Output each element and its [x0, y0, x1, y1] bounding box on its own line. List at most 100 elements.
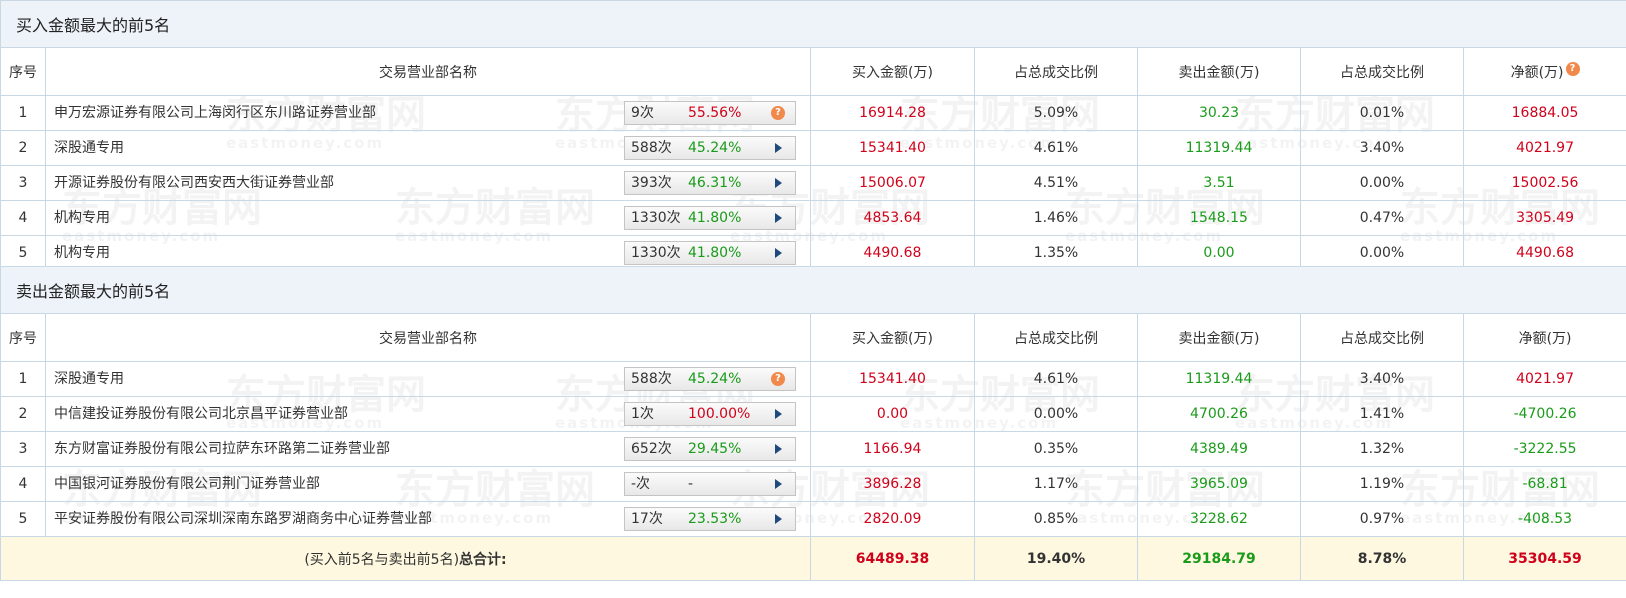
sell-amount-cell: 11319.44	[1137, 361, 1301, 397]
rank-cell: 5	[0, 501, 46, 537]
buy-top5-table: 买入金额最大的前5名 序号 交易营业部名称 买入金额(万) 占总成交比例 卖出金…	[0, 0, 1626, 271]
header-rank: 序号	[0, 47, 46, 96]
branch-stats-button[interactable]: 17次 23.53%	[624, 507, 796, 531]
rank-cell: 2	[0, 130, 46, 166]
branch-name-link[interactable]: 东方财富证券股份有限公司拉萨东环路第二证券营业部	[54, 441, 390, 457]
buy-amount-cell: 0.00	[810, 396, 975, 432]
sell-amount-cell: 4389.49	[1137, 431, 1301, 467]
branch-name-link[interactable]: 深股通专用	[54, 140, 124, 156]
branch-cell: 深股通专用 588次 45.24%	[45, 130, 811, 166]
buy-table-body: 1 申万宏源证券有限公司上海闵行区东川路证券营业部 9次 55.56%? 16914.2…	[0, 95, 1626, 271]
branch-name-link[interactable]: 中信建投证券股份有限公司北京昌平证券营业部	[54, 406, 348, 422]
arrow-right-icon[interactable]	[775, 248, 782, 258]
branch-stats-button[interactable]: 652次 29.45%	[624, 437, 796, 461]
sell-ratio-cell: 3.40%	[1300, 361, 1464, 397]
branch-stats-button[interactable]: 588次 45.24%	[624, 136, 796, 160]
listing-count: 1次	[631, 406, 654, 422]
table-row: 4 中国银河证券股份有限公司荆门证券营业部 -次 - 3896.28 1.17% 3965.…	[0, 466, 1626, 502]
table-row: 2 深股通专用 588次 45.24% 15341.40 4.61% 11319.44 3.4…	[0, 130, 1626, 166]
header-sell-ratio: 占总成交比例	[1300, 47, 1464, 96]
buy-amount-cell: 3896.28	[810, 466, 975, 502]
question-icon[interactable]: ?	[771, 372, 785, 386]
arrow-right-icon[interactable]	[775, 213, 782, 223]
buy-ratio-cell: 1.17%	[974, 466, 1138, 502]
buy-ratio-cell: 0.35%	[974, 431, 1138, 467]
buy-ratio-cell: 0.00%	[974, 396, 1138, 432]
sell-ratio-cell: 0.47%	[1300, 200, 1464, 236]
buy-table-header: 序号 交易营业部名称 买入金额(万) 占总成交比例 卖出金额(万) 占总成交比例…	[0, 47, 1626, 96]
rank-cell: 4	[0, 200, 46, 236]
total-sell-ratio: 8.78%	[1300, 536, 1464, 581]
total-buy-ratio: 19.40%	[974, 536, 1138, 581]
sell-ratio-cell: 1.32%	[1300, 431, 1464, 467]
sell-amount-cell: 1548.15	[1137, 200, 1301, 236]
net-amount-cell: 4021.97	[1462, 130, 1626, 166]
win-rate: 23.53%	[688, 511, 742, 527]
sell-ratio-cell: 0.01%	[1300, 95, 1464, 131]
buy-ratio-cell: 1.46%	[974, 200, 1138, 236]
branch-cell: 中国银河证券股份有限公司荆门证券营业部 -次 -	[45, 466, 811, 502]
win-rate: 41.80%	[688, 210, 742, 226]
branch-name-link[interactable]: 开源证券股份有限公司西安西大街证券营业部	[54, 175, 334, 191]
buy-ratio-cell: 4.51%	[974, 165, 1138, 201]
sell-ratio-cell: 3.40%	[1300, 130, 1464, 166]
rank-cell: 3	[0, 165, 46, 201]
win-rate: 45.24%	[688, 140, 742, 156]
branch-name-link[interactable]: 机构专用	[54, 245, 110, 261]
sell-ratio-cell: 0.97%	[1300, 501, 1464, 537]
listing-count: 588次	[631, 140, 672, 156]
total-sell-amount: 29184.79	[1137, 536, 1301, 581]
listing-count: -次	[631, 476, 651, 492]
branch-name-link[interactable]: 申万宏源证券有限公司上海闵行区东川路证券营业部	[54, 105, 376, 121]
question-icon[interactable]: ?	[771, 106, 785, 120]
branch-stats-button[interactable]: 1次 100.00%	[624, 402, 796, 426]
net-amount-cell: -4700.26	[1462, 396, 1626, 432]
branch-stats-button[interactable]: -次 -	[624, 472, 796, 496]
arrow-right-icon[interactable]	[775, 479, 782, 489]
branch-stats-button[interactable]: 393次 46.31%	[624, 171, 796, 195]
branch-name-link[interactable]: 机构专用	[54, 210, 110, 226]
branch-name-link[interactable]: 中国银河证券股份有限公司荆门证券营业部	[54, 476, 320, 492]
net-amount-cell: 16884.05	[1462, 95, 1626, 131]
buy-ratio-cell: 0.85%	[974, 501, 1138, 537]
branch-stats-button[interactable]: 1330次 41.80%	[624, 241, 796, 265]
buy-amount-cell: 4853.64	[810, 200, 975, 236]
header-sell-ratio: 占总成交比例	[1300, 313, 1464, 362]
win-rate: 45.24%	[688, 371, 742, 387]
table-row: 1 深股通专用 588次 45.24%? 15341.40 4.61% 11319.44 3.…	[0, 361, 1626, 397]
branch-stats-button[interactable]: 1330次 41.80%	[624, 206, 796, 230]
arrow-right-icon[interactable]	[775, 444, 782, 454]
table-row: 4 机构专用 1330次 41.80% 4853.64 1.46% 1548.15 0.47%…	[0, 200, 1626, 236]
header-buy-ratio: 占总成交比例	[974, 47, 1138, 96]
header-buy-amount: 买入金额(万)	[810, 313, 975, 362]
listing-count: 1330次	[631, 245, 681, 261]
rank-cell: 1	[0, 95, 46, 131]
net-amount-cell: 4021.97	[1462, 361, 1626, 397]
header-buy-ratio: 占总成交比例	[974, 313, 1138, 362]
branch-cell: 申万宏源证券有限公司上海闵行区东川路证券营业部 9次 55.56%?	[45, 95, 811, 131]
branch-stats-button[interactable]: 9次 55.56%?	[624, 101, 796, 125]
branch-name-link[interactable]: 深股通专用	[54, 371, 124, 387]
branch-name-link[interactable]: 平安证券股份有限公司深圳深南东路罗湖商务中心证券营业部	[54, 511, 432, 527]
table-row: 5 平安证券股份有限公司深圳深南东路罗湖商务中心证券营业部 17次 23.53% 282…	[0, 501, 1626, 537]
sell-amount-cell: 4700.26	[1137, 396, 1301, 432]
sell-section-title: 卖出金额最大的前5名	[0, 266, 1626, 314]
rank-cell: 1	[0, 361, 46, 397]
arrow-right-icon[interactable]	[775, 143, 782, 153]
net-amount-cell: 3305.49	[1462, 200, 1626, 236]
sell-ratio-cell: 0.00%	[1300, 165, 1464, 201]
win-rate: -	[688, 476, 694, 492]
arrow-right-icon[interactable]	[775, 178, 782, 188]
listing-count: 588次	[631, 371, 672, 387]
rank-cell: 3	[0, 431, 46, 467]
question-icon[interactable]: ?	[1565, 61, 1580, 76]
buy-amount-cell: 15006.07	[810, 165, 975, 201]
buy-amount-cell: 2820.09	[810, 501, 975, 537]
listing-count: 17次	[631, 511, 663, 527]
branch-stats-button[interactable]: 588次 45.24%?	[624, 367, 796, 391]
header-sell-amount: 卖出金额(万)	[1137, 313, 1301, 362]
arrow-right-icon[interactable]	[775, 409, 782, 419]
rank-cell: 4	[0, 466, 46, 502]
buy-amount-cell: 15341.40	[810, 130, 975, 166]
arrow-right-icon[interactable]	[775, 514, 782, 524]
